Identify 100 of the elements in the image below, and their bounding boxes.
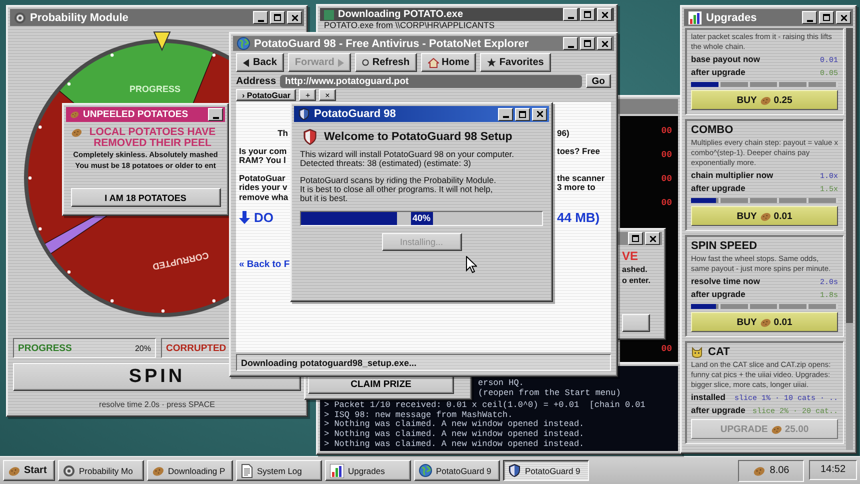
potato-icon xyxy=(752,464,765,476)
dialog-text: This wizard will install PotatoGuard 98 on your computer. Detected threats: 38 (estimated) (estimate: 3) xyxy=(300,150,516,169)
window-title: Downloading POTATO.exe xyxy=(338,9,464,20)
minimize-button[interactable] xyxy=(563,37,578,50)
terminal-line: > Nothing was claimed. A new window opened instead. xyxy=(324,440,586,450)
back-link[interactable]: « Back to F xyxy=(239,259,290,270)
maximize-button[interactable] xyxy=(270,11,285,24)
globe-icon xyxy=(419,464,432,477)
stat-value: 20% xyxy=(134,344,151,352)
stat-label: resolve time now xyxy=(691,276,760,286)
toolbar-button[interactable]: Refresh xyxy=(355,53,417,72)
close-button[interactable] xyxy=(645,232,660,245)
taskbar-button[interactable]: Downloading P xyxy=(147,460,233,481)
globe-icon xyxy=(237,37,250,50)
dialog-button[interactable] xyxy=(622,314,650,332)
buy-button[interactable]: BUY 0.01 xyxy=(691,206,838,226)
taskbar-button[interactable]: Upgrades xyxy=(325,460,411,481)
close-icon xyxy=(650,236,656,242)
address-label: Address xyxy=(236,76,276,86)
maximize-button[interactable] xyxy=(580,37,595,50)
page-text: Is your com RAM? You l xyxy=(238,146,287,166)
home-icon xyxy=(428,58,439,68)
popup-text: o enter. xyxy=(622,276,652,285)
page-text: PotatoGuar rides your v remove wha xyxy=(238,174,288,202)
buy-button[interactable]: BUY 0.01 xyxy=(691,312,838,332)
toolbar-button[interactable]: Favorites xyxy=(480,53,551,72)
taskbar-button[interactable]: PotatoGuard 9 xyxy=(503,460,589,481)
log-text: 00 xyxy=(661,198,672,208)
close-button[interactable] xyxy=(597,8,612,21)
go-button[interactable]: Go xyxy=(586,74,611,88)
chart-icon xyxy=(330,464,344,478)
maximize-button[interactable] xyxy=(515,108,530,120)
maximize-button[interactable] xyxy=(628,232,643,245)
shield-icon xyxy=(298,108,310,120)
taskbar-button[interactable]: System Log xyxy=(236,460,322,481)
taskbar-button[interactable]: PotatoGuard 9 xyxy=(414,460,500,481)
window-icon xyxy=(324,10,334,20)
buy-button[interactable]: BUY 0.25 xyxy=(691,90,838,110)
close-button[interactable] xyxy=(287,11,302,24)
toolbar-button[interactable]: Home xyxy=(420,53,476,72)
log-text: 00 xyxy=(661,174,672,184)
circle-icon xyxy=(362,59,370,66)
card-title: CAT xyxy=(708,346,730,358)
close-tab-button[interactable]: × xyxy=(319,89,336,101)
close-icon xyxy=(840,14,846,20)
start-button[interactable]: Start xyxy=(3,460,55,481)
terminal-line: erson HQ. xyxy=(478,379,524,388)
stat-label: after upgrade xyxy=(691,289,746,299)
gear-icon xyxy=(63,464,75,476)
taskbar-button[interactable]: Probability Mo xyxy=(58,460,144,481)
log-text: 00 xyxy=(661,344,672,354)
minimize-button[interactable] xyxy=(802,11,817,24)
close-icon xyxy=(602,12,608,18)
download-link[interactable]: DO xyxy=(239,210,274,225)
popup-headline: LOCAL POTATOES HAVE REMOVED THEIR PEEL xyxy=(88,127,217,149)
gear-icon xyxy=(14,12,26,24)
potato-icon xyxy=(760,94,771,106)
minimize-button[interactable] xyxy=(563,8,578,21)
close-button[interactable] xyxy=(597,37,612,50)
browser-tab[interactable]: › PotatoGuar xyxy=(236,89,296,101)
potato-icon xyxy=(70,127,82,138)
close-button[interactable] xyxy=(532,108,547,120)
minimize-icon xyxy=(568,46,574,48)
dialog-text: PotatoGuard scans by riding the Probability Module. It is best to close all other programs. It will not help, but it is best. xyxy=(300,176,498,204)
minimize-icon xyxy=(806,20,812,22)
terminal-line: > Nothing was claimed. A new window opened instead. xyxy=(324,420,586,430)
card-title: COMBO xyxy=(691,124,734,136)
address-field[interactable]: http://www.potatoguard.pot xyxy=(280,74,582,88)
confirm-button[interactable]: I AM 18 POTATOES xyxy=(70,188,220,207)
close-icon xyxy=(292,14,298,20)
window-title: PotatoGuard 98 xyxy=(314,108,397,120)
popup-headline: VE xyxy=(622,249,640,263)
minimize-button[interactable] xyxy=(498,108,513,120)
maximize-button[interactable] xyxy=(580,8,595,21)
clock: 14:52 xyxy=(809,460,857,480)
close-icon xyxy=(536,111,542,117)
arrow-down-icon xyxy=(239,211,250,224)
minimize-button[interactable] xyxy=(208,108,223,121)
minimize-icon xyxy=(212,116,218,118)
page-text: Th xyxy=(276,129,288,138)
window-title: UNPEELED POTATOES xyxy=(83,109,190,120)
dialog-heading: Welcome to PotatoGuard 98 Setup xyxy=(324,131,512,143)
cursor-icon xyxy=(466,256,477,273)
maximize-icon xyxy=(274,14,281,21)
new-tab-button[interactable]: + xyxy=(299,89,316,101)
close-button[interactable] xyxy=(836,11,851,24)
log-text: 00 xyxy=(661,126,672,136)
minimize-button[interactable] xyxy=(253,11,268,24)
close-icon xyxy=(602,40,608,46)
maximize-button[interactable] xyxy=(819,11,834,24)
shield-icon xyxy=(508,464,521,477)
cat-icon xyxy=(691,346,703,358)
download-link[interactable]: 44 MB) xyxy=(557,210,600,225)
minimize-icon xyxy=(568,16,574,18)
toolbar-button[interactable]: Back xyxy=(236,53,284,72)
window-title: Probability Module xyxy=(30,12,130,24)
terminal-line: > Nothing was claimed. A new window opened instead. xyxy=(324,430,586,440)
window-title: PotatoGuard 98 - Free Antivirus - PotatoNet Explorer xyxy=(254,38,530,50)
back-icon xyxy=(243,58,250,66)
stat-label: after upgrade xyxy=(691,183,746,193)
